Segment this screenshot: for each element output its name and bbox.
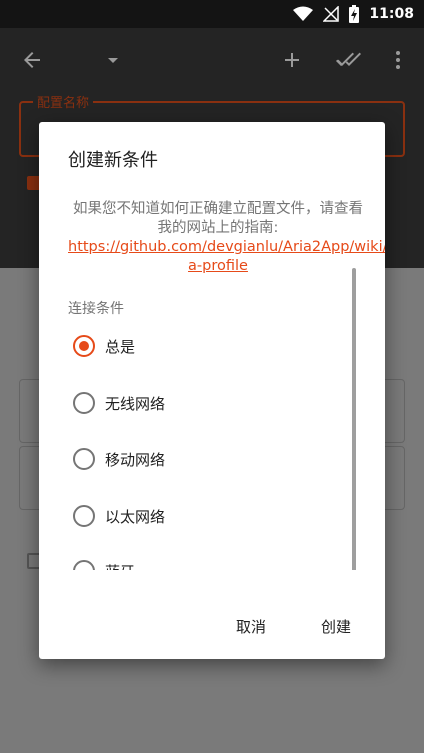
status-icons: 11:08 <box>293 0 414 28</box>
radio-unselected-icon[interactable] <box>73 505 95 527</box>
radio-option-ethernet[interactable]: 以太网络 <box>73 501 165 531</box>
toolbar <box>0 28 424 92</box>
connection-condition-label: 连接条件 <box>68 301 124 317</box>
scrollbar[interactable] <box>352 268 356 570</box>
radio-option-always[interactable]: 总是 <box>73 331 135 361</box>
radio-unselected-icon[interactable] <box>73 560 95 570</box>
radio-label: 无线网络 <box>105 394 166 413</box>
dropdown-arrow-icon[interactable] <box>101 48 125 72</box>
dialog-actions: 取消 创建 <box>39 610 385 646</box>
info-text: 如果您不知道如何正确建立配置文件，请查看我的网站上的指南: https://gi… <box>68 200 385 276</box>
more-vert-icon[interactable] <box>386 48 410 72</box>
radio-label: 移动网络 <box>105 450 166 469</box>
radio-option-wifi[interactable]: 无线网络 <box>73 388 165 418</box>
radio-label: 总是 <box>105 337 136 356</box>
cancel-button[interactable]: 取消 <box>236 616 266 637</box>
radio-selected-icon[interactable] <box>73 335 95 357</box>
config-name-label: 配置名称 <box>33 92 94 111</box>
radio-option-bluetooth[interactable]: 蓝牙 <box>73 556 135 570</box>
battery-charging-icon <box>349 5 360 23</box>
back-arrow-icon[interactable] <box>20 48 44 72</box>
dialog-scroll-area[interactable]: 如果您不知道如何正确建立配置文件，请查看我的网站上的指南: https://gi… <box>39 192 385 570</box>
guide-link[interactable]: https://github.com/devgianlu/Aria2App/wi… <box>68 239 385 274</box>
create-button[interactable]: 创建 <box>321 616 351 637</box>
dialog-title: 创建新条件 <box>68 150 158 171</box>
done-all-icon[interactable] <box>335 48 363 72</box>
add-icon[interactable] <box>280 48 304 72</box>
radio-unselected-icon[interactable] <box>73 448 95 470</box>
create-condition-dialog: 创建新条件 如果您不知道如何正确建立配置文件，请查看我的网站上的指南: http… <box>39 122 385 659</box>
info-text-body: 如果您不知道如何正确建立配置文件，请查看我的网站上的指南: <box>73 201 363 236</box>
wifi-icon <box>293 6 314 21</box>
status-time: 11:08 <box>369 6 414 22</box>
radio-label: 蓝牙 <box>105 561 135 571</box>
radio-option-mobile[interactable]: 移动网络 <box>73 444 165 474</box>
radio-label: 以太网络 <box>105 507 166 526</box>
radio-unselected-icon[interactable] <box>73 392 95 414</box>
no-signal-icon <box>323 6 340 22</box>
status-bar: 11:08 <box>0 0 424 28</box>
